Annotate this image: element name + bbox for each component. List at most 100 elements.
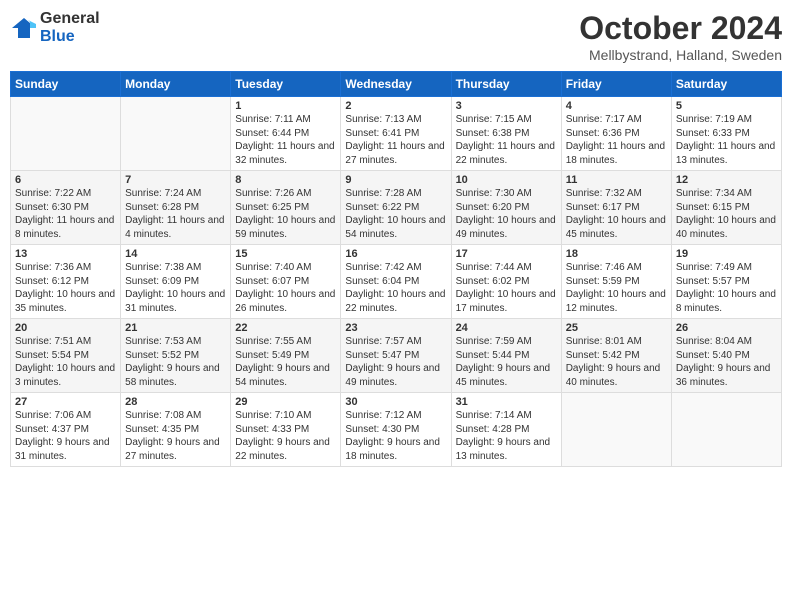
title-area: October 2024 Mellbystrand, Halland, Swed… (579, 10, 782, 63)
day-info: Sunrise: 7:40 AM Sunset: 6:07 PM Dayligh… (235, 261, 336, 315)
day-info: Sunrise: 7:51 AM Sunset: 5:54 PM Dayligh… (15, 335, 116, 389)
calendar-cell: 15Sunrise: 7:40 AM Sunset: 6:07 PM Dayli… (231, 245, 341, 319)
day-info: Sunrise: 7:26 AM Sunset: 6:25 PM Dayligh… (235, 187, 336, 241)
day-header-sunday: Sunday (11, 72, 121, 97)
day-number: 10 (456, 174, 557, 186)
page: General Blue October 2024 Mellbystrand, … (0, 0, 792, 612)
day-info: Sunrise: 7:14 AM Sunset: 4:28 PM Dayligh… (456, 409, 557, 463)
calendar-cell: 29Sunrise: 7:10 AM Sunset: 4:33 PM Dayli… (231, 393, 341, 467)
day-number: 27 (15, 396, 116, 408)
calendar-cell: 12Sunrise: 7:34 AM Sunset: 6:15 PM Dayli… (671, 171, 781, 245)
day-info: Sunrise: 7:32 AM Sunset: 6:17 PM Dayligh… (566, 187, 667, 241)
day-info: Sunrise: 7:06 AM Sunset: 4:37 PM Dayligh… (15, 409, 116, 463)
day-number: 7 (125, 174, 226, 186)
day-info: Sunrise: 7:49 AM Sunset: 5:57 PM Dayligh… (676, 261, 777, 315)
day-info: Sunrise: 7:08 AM Sunset: 4:35 PM Dayligh… (125, 409, 226, 463)
day-number: 19 (676, 248, 777, 260)
calendar-cell: 22Sunrise: 7:55 AM Sunset: 5:49 PM Dayli… (231, 319, 341, 393)
calendar-cell: 11Sunrise: 7:32 AM Sunset: 6:17 PM Dayli… (561, 171, 671, 245)
calendar-cell: 14Sunrise: 7:38 AM Sunset: 6:09 PM Dayli… (121, 245, 231, 319)
calendar-cell: 27Sunrise: 7:06 AM Sunset: 4:37 PM Dayli… (11, 393, 121, 467)
calendar-cell: 20Sunrise: 7:51 AM Sunset: 5:54 PM Dayli… (11, 319, 121, 393)
day-number: 6 (15, 174, 116, 186)
day-number: 22 (235, 322, 336, 334)
day-info: Sunrise: 7:38 AM Sunset: 6:09 PM Dayligh… (125, 261, 226, 315)
day-info: Sunrise: 7:36 AM Sunset: 6:12 PM Dayligh… (15, 261, 116, 315)
day-info: Sunrise: 7:13 AM Sunset: 6:41 PM Dayligh… (345, 113, 446, 167)
calendar-cell: 28Sunrise: 7:08 AM Sunset: 4:35 PM Dayli… (121, 393, 231, 467)
calendar-cell: 7Sunrise: 7:24 AM Sunset: 6:28 PM Daylig… (121, 171, 231, 245)
day-info: Sunrise: 7:55 AM Sunset: 5:49 PM Dayligh… (235, 335, 336, 389)
day-number: 30 (345, 396, 446, 408)
day-info: Sunrise: 7:59 AM Sunset: 5:44 PM Dayligh… (456, 335, 557, 389)
day-info: Sunrise: 7:10 AM Sunset: 4:33 PM Dayligh… (235, 409, 336, 463)
calendar-cell: 17Sunrise: 7:44 AM Sunset: 6:02 PM Dayli… (451, 245, 561, 319)
day-header-thursday: Thursday (451, 72, 561, 97)
day-number: 21 (125, 322, 226, 334)
calendar-cell (561, 393, 671, 467)
calendar-cell: 13Sunrise: 7:36 AM Sunset: 6:12 PM Dayli… (11, 245, 121, 319)
day-number: 18 (566, 248, 667, 260)
day-info: Sunrise: 8:01 AM Sunset: 5:42 PM Dayligh… (566, 335, 667, 389)
day-header-saturday: Saturday (671, 72, 781, 97)
day-number: 20 (15, 322, 116, 334)
calendar-cell: 24Sunrise: 7:59 AM Sunset: 5:44 PM Dayli… (451, 319, 561, 393)
calendar-cell: 21Sunrise: 7:53 AM Sunset: 5:52 PM Dayli… (121, 319, 231, 393)
calendar-cell: 23Sunrise: 7:57 AM Sunset: 5:47 PM Dayli… (341, 319, 451, 393)
logo-icon (10, 14, 38, 42)
day-number: 14 (125, 248, 226, 260)
calendar-cell (11, 97, 121, 171)
logo-blue-text: Blue (40, 28, 100, 46)
day-info: Sunrise: 7:53 AM Sunset: 5:52 PM Dayligh… (125, 335, 226, 389)
day-number: 23 (345, 322, 446, 334)
day-number: 1 (235, 100, 336, 112)
calendar-cell (671, 393, 781, 467)
day-info: Sunrise: 7:17 AM Sunset: 6:36 PM Dayligh… (566, 113, 667, 167)
logo: General Blue (10, 10, 100, 45)
day-info: Sunrise: 7:46 AM Sunset: 5:59 PM Dayligh… (566, 261, 667, 315)
calendar-cell: 3Sunrise: 7:15 AM Sunset: 6:38 PM Daylig… (451, 97, 561, 171)
day-number: 8 (235, 174, 336, 186)
day-header-wednesday: Wednesday (341, 72, 451, 97)
day-info: Sunrise: 7:24 AM Sunset: 6:28 PM Dayligh… (125, 187, 226, 241)
calendar-cell: 5Sunrise: 7:19 AM Sunset: 6:33 PM Daylig… (671, 97, 781, 171)
day-info: Sunrise: 7:11 AM Sunset: 6:44 PM Dayligh… (235, 113, 336, 167)
calendar-cell: 25Sunrise: 8:01 AM Sunset: 5:42 PM Dayli… (561, 319, 671, 393)
day-info: Sunrise: 7:15 AM Sunset: 6:38 PM Dayligh… (456, 113, 557, 167)
day-info: Sunrise: 7:28 AM Sunset: 6:22 PM Dayligh… (345, 187, 446, 241)
calendar-cell: 9Sunrise: 7:28 AM Sunset: 6:22 PM Daylig… (341, 171, 451, 245)
day-info: Sunrise: 7:22 AM Sunset: 6:30 PM Dayligh… (15, 187, 116, 241)
day-number: 15 (235, 248, 336, 260)
location: Mellbystrand, Halland, Sweden (579, 47, 782, 63)
calendar-cell: 8Sunrise: 7:26 AM Sunset: 6:25 PM Daylig… (231, 171, 341, 245)
calendar-cell: 10Sunrise: 7:30 AM Sunset: 6:20 PM Dayli… (451, 171, 561, 245)
calendar-cell: 18Sunrise: 7:46 AM Sunset: 5:59 PM Dayli… (561, 245, 671, 319)
day-header-friday: Friday (561, 72, 671, 97)
day-info: Sunrise: 7:44 AM Sunset: 6:02 PM Dayligh… (456, 261, 557, 315)
header: General Blue October 2024 Mellbystrand, … (10, 10, 782, 63)
day-info: Sunrise: 7:57 AM Sunset: 5:47 PM Dayligh… (345, 335, 446, 389)
day-number: 3 (456, 100, 557, 112)
day-info: Sunrise: 7:19 AM Sunset: 6:33 PM Dayligh… (676, 113, 777, 167)
day-number: 11 (566, 174, 667, 186)
day-number: 31 (456, 396, 557, 408)
calendar-cell: 2Sunrise: 7:13 AM Sunset: 6:41 PM Daylig… (341, 97, 451, 171)
day-number: 9 (345, 174, 446, 186)
calendar-cell: 31Sunrise: 7:14 AM Sunset: 4:28 PM Dayli… (451, 393, 561, 467)
day-number: 4 (566, 100, 667, 112)
calendar-table: SundayMondayTuesdayWednesdayThursdayFrid… (10, 71, 782, 467)
calendar-cell: 16Sunrise: 7:42 AM Sunset: 6:04 PM Dayli… (341, 245, 451, 319)
calendar-cell: 4Sunrise: 7:17 AM Sunset: 6:36 PM Daylig… (561, 97, 671, 171)
day-number: 12 (676, 174, 777, 186)
logo-text: General Blue (40, 10, 100, 45)
day-info: Sunrise: 7:42 AM Sunset: 6:04 PM Dayligh… (345, 261, 446, 315)
month-title: October 2024 (579, 10, 782, 47)
day-number: 24 (456, 322, 557, 334)
day-header-tuesday: Tuesday (231, 72, 341, 97)
day-number: 25 (566, 322, 667, 334)
calendar-cell: 6Sunrise: 7:22 AM Sunset: 6:30 PM Daylig… (11, 171, 121, 245)
day-number: 29 (235, 396, 336, 408)
day-number: 2 (345, 100, 446, 112)
day-info: Sunrise: 7:34 AM Sunset: 6:15 PM Dayligh… (676, 187, 777, 241)
calendar-cell (121, 97, 231, 171)
